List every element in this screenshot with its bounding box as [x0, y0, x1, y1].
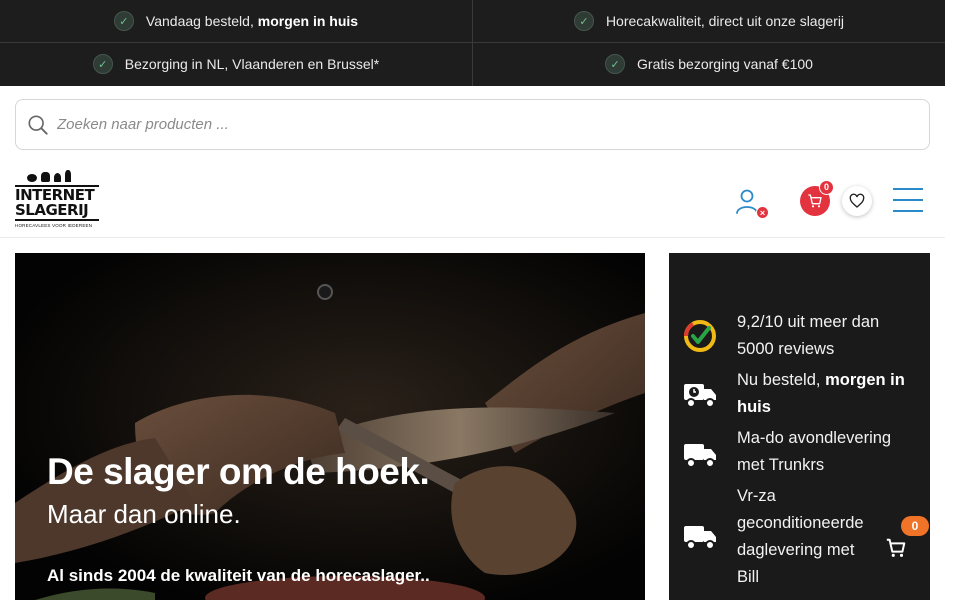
side-item-text: Ma-do avondlevering met Trunkrs — [737, 429, 892, 474]
usp-item: ✓ Gratis bezorging vanaf €100 — [473, 43, 945, 85]
usp-item: ✓ Bezorging in NL, Vlaanderen en Brussel… — [0, 43, 472, 85]
hero-subtitle: Maar dan online. — [47, 499, 241, 529]
side-item-text: Nu besteld, morgen in huis — [737, 367, 917, 421]
logo-line2: SLAGERIJ — [15, 201, 89, 219]
hero-title: De slager om de hoek. — [47, 451, 430, 492]
side-item-text: Vr-za geconditioneerde daglevering met B… — [737, 487, 864, 586]
heart-icon — [849, 193, 865, 208]
usp-text-bold: morgen in huis — [257, 13, 359, 29]
logo-animals-icon — [15, 168, 99, 182]
usp-text: Gratis bezorging vanaf €100 — [637, 56, 813, 72]
side-item-text: 9,2/10 uit meer dan 5000 reviews — [737, 313, 880, 358]
floating-cart-count-badge: 0 — [901, 516, 929, 536]
search-bar[interactable] — [15, 99, 930, 150]
site-logo[interactable]: INTERNET SLAGERIJ HORECAVLEES VOOR IEDER… — [15, 168, 99, 238]
hamburger-menu-icon[interactable] — [893, 188, 923, 212]
logged-out-badge: × — [756, 206, 769, 219]
usp-bar: ✓ Vandaag besteld, morgen in huis ✓ Hore… — [0, 0, 945, 86]
header-divider — [0, 237, 945, 238]
delivery-truck-icon — [683, 437, 717, 471]
wishlist-button[interactable] — [842, 186, 872, 216]
hero-image — [15, 253, 645, 600]
logo-tagline: HORECAVLEES VOOR IEDEREEN — [15, 223, 93, 228]
cart-icon — [808, 194, 822, 208]
usp-text: Bezorging in NL, Vlaanderen en Brussel* — [124, 56, 380, 72]
usp-text: Horecakwaliteit, direct uit onze slageri… — [605, 13, 845, 29]
delivery-truck-clock-icon — [683, 377, 717, 411]
kiyoh-rating-icon — [683, 319, 717, 353]
cart-icon — [886, 538, 906, 557]
hero-tagline: Al sinds 2004 de kwaliteit van de horeca… — [47, 566, 430, 585]
search-input[interactable] — [57, 116, 877, 133]
check-icon: ✓ — [573, 11, 594, 31]
check-icon: ✓ — [92, 54, 113, 74]
check-icon: ✓ — [605, 54, 626, 74]
check-icon: ✓ — [113, 11, 134, 31]
side-item-evening: Ma-do avondlevering met Trunkrs — [669, 425, 930, 479]
usp-text: Vandaag besteld, — [145, 13, 258, 29]
delivery-truck-icon — [683, 519, 717, 553]
side-item-next-day: Nu besteld, morgen in huis — [669, 367, 930, 421]
search-icon[interactable] — [27, 114, 49, 136]
usp-item: ✓ Horecakwaliteit, direct uit onze slage… — [473, 0, 945, 42]
side-item-text-normal: Nu besteld, — [737, 371, 826, 389]
logo-wordmark: INTERNET SLAGERIJ — [15, 185, 99, 221]
side-item-rating: 9,2/10 uit meer dan 5000 reviews — [669, 309, 930, 363]
cart-count-badge: 0 — [819, 180, 834, 195]
hero-banner[interactable]: De slager om de hoek. Maar dan online. A… — [15, 253, 645, 600]
usp-item: ✓ Vandaag besteld, morgen in huis — [0, 0, 472, 42]
